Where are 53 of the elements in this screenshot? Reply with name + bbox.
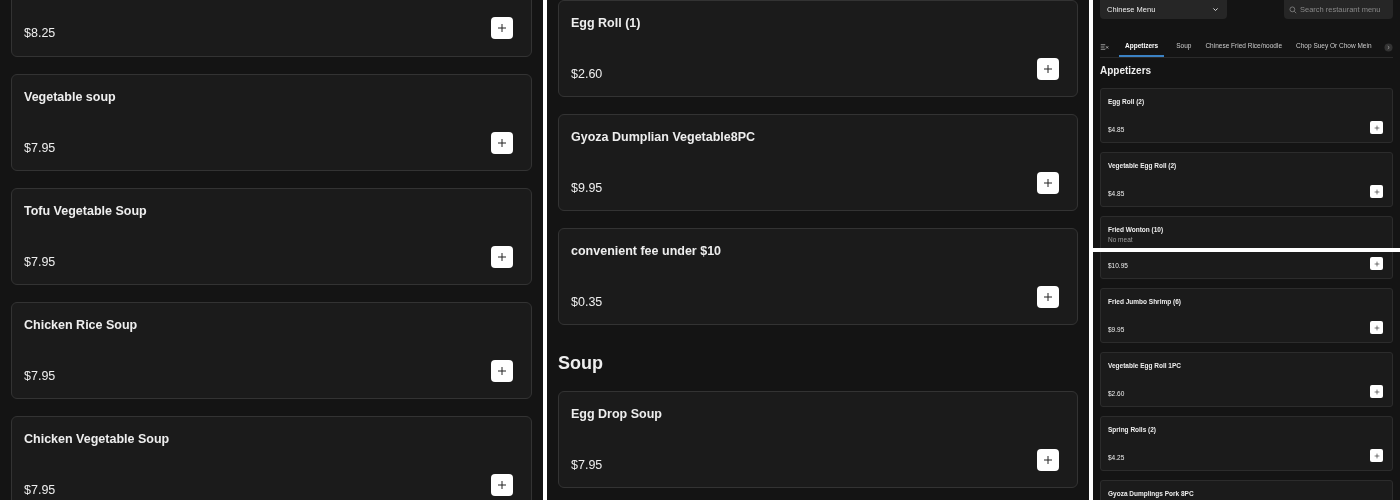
item-price: $2.60 bbox=[571, 67, 603, 81]
plus-icon bbox=[1373, 388, 1380, 395]
add-button[interactable] bbox=[1037, 449, 1059, 471]
scroll-right-icon[interactable] bbox=[1384, 42, 1393, 52]
item-name: convenient fee under $10 bbox=[571, 243, 723, 259]
plus-icon bbox=[1373, 452, 1380, 459]
item-price: $7.95 bbox=[24, 141, 56, 155]
chevron-down-icon bbox=[1212, 6, 1219, 13]
item-name: Chicken Vegetable Soup bbox=[24, 431, 171, 447]
add-button[interactable] bbox=[491, 17, 513, 39]
add-button[interactable] bbox=[1037, 286, 1059, 308]
add-button[interactable] bbox=[491, 474, 513, 496]
add-button[interactable] bbox=[491, 360, 513, 382]
add-button[interactable] bbox=[491, 132, 513, 154]
plus-icon bbox=[497, 138, 507, 148]
plus-icon bbox=[1043, 455, 1053, 465]
item-name: Vegetable soup bbox=[24, 89, 117, 105]
add-button[interactable] bbox=[1370, 321, 1383, 334]
plus-icon bbox=[1043, 292, 1053, 302]
list-icon[interactable] bbox=[1100, 43, 1109, 51]
add-button[interactable] bbox=[1037, 172, 1059, 194]
item-name: Egg Drop Soup bbox=[571, 406, 663, 422]
add-button[interactable] bbox=[1370, 449, 1383, 462]
item-price: $7.95 bbox=[24, 369, 56, 383]
add-button[interactable] bbox=[1370, 185, 1383, 198]
plus-icon bbox=[1043, 178, 1053, 188]
item-price: $9.95 bbox=[571, 181, 603, 195]
item-name: Gyoza Dumplian Vegetable8PC bbox=[571, 129, 757, 145]
add-button[interactable] bbox=[1370, 257, 1383, 270]
add-button[interactable] bbox=[1037, 58, 1059, 80]
item-name: Egg Roll (1) bbox=[571, 15, 642, 31]
plus-icon bbox=[497, 23, 507, 33]
item-price: $7.95 bbox=[571, 458, 603, 472]
add-button[interactable] bbox=[491, 246, 513, 268]
item-price: $7.95 bbox=[24, 483, 56, 497]
plus-icon bbox=[1373, 260, 1380, 267]
plus-icon bbox=[1373, 124, 1380, 131]
search-icon bbox=[1289, 6, 1297, 14]
plus-icon bbox=[497, 480, 507, 490]
item-name: Tofu Vegetable Soup bbox=[24, 203, 148, 219]
add-button[interactable] bbox=[1370, 121, 1383, 134]
item-price: $8.25 bbox=[24, 26, 56, 40]
plus-icon bbox=[1373, 188, 1380, 195]
item-price: $0.35 bbox=[571, 295, 603, 309]
plus-icon bbox=[1373, 324, 1380, 331]
plus-icon bbox=[497, 252, 507, 262]
section-heading: Soup bbox=[558, 352, 604, 374]
item-price: $7.95 bbox=[24, 255, 56, 269]
plus-icon bbox=[1043, 64, 1053, 74]
section-heading: Appetizers bbox=[1100, 65, 1153, 76]
plus-icon bbox=[497, 366, 507, 376]
add-button[interactable] bbox=[1370, 385, 1383, 398]
item-name: Chicken Rice Soup bbox=[24, 317, 139, 333]
